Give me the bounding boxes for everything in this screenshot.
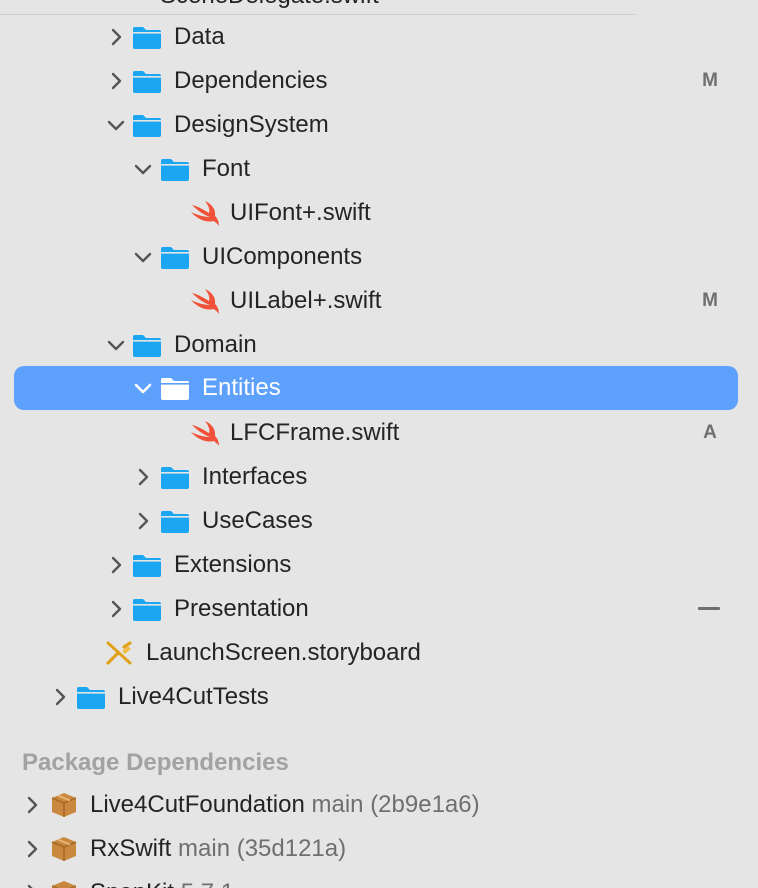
- tree-item-label: UIFont+.swift: [230, 199, 371, 226]
- storyboard-file-icon: [106, 641, 132, 665]
- chevron-right-icon[interactable]: [104, 597, 128, 621]
- tree-item-uifont-swift[interactable]: UIFont+.swift: [0, 191, 758, 235]
- folder-icon: [161, 511, 189, 533]
- package-name: SnapKit: [90, 879, 174, 888]
- tree-item-usecases[interactable]: UseCases: [0, 499, 758, 543]
- tree-item-lfcframe-swift[interactable]: LFCFrame.swift A: [0, 411, 758, 455]
- swift-file-icon: [191, 201, 219, 226]
- chevron-down-icon[interactable]: [131, 376, 155, 400]
- tree-item-interfaces[interactable]: Interfaces: [0, 455, 758, 499]
- chevron-right-icon[interactable]: [131, 465, 155, 489]
- tree-item-label: Presentation: [174, 595, 309, 622]
- package-icon: [51, 793, 77, 817]
- swift-file-icon: [191, 421, 219, 446]
- tree-item-uilabel-swift[interactable]: UILabel+.swift M: [0, 279, 758, 323]
- swift-file-icon: [191, 289, 219, 314]
- folder-icon: [133, 599, 161, 621]
- tree-item-extensions[interactable]: Extensions: [0, 543, 758, 587]
- chevron-right-icon[interactable]: [20, 881, 44, 888]
- scm-status-dash-icon: [698, 607, 720, 610]
- tree-item-label: UseCases: [202, 507, 313, 534]
- package-name: RxSwift: [90, 835, 172, 862]
- chevron-right-icon[interactable]: [104, 553, 128, 577]
- folder-icon: [161, 247, 189, 269]
- tree-item-label: LaunchScreen.storyboard: [146, 639, 421, 666]
- package-dependencies-header: Package Dependencies: [22, 749, 289, 776]
- tree-item-label: Domain: [174, 331, 257, 358]
- chevron-right-icon[interactable]: [20, 837, 44, 861]
- package-branch: 5.7.1: [181, 879, 234, 888]
- package-item-snapkit[interactable]: SnapKit 5.7.1: [0, 871, 758, 888]
- chevron-right-icon[interactable]: [48, 685, 72, 709]
- package-icon: [51, 837, 77, 861]
- tree-item-launchscreen-storyboard[interactable]: LaunchScreen.storyboard: [0, 631, 758, 675]
- folder-icon: [133, 27, 161, 49]
- tree-item-label: UILabel+.swift: [230, 287, 382, 314]
- tree-item-label: Live4CutTests: [118, 683, 269, 710]
- folder-icon: [77, 687, 105, 709]
- folder-icon: [133, 71, 161, 93]
- tree-item-label: Dependencies: [174, 67, 328, 94]
- chevron-right-icon[interactable]: [104, 25, 128, 49]
- scm-status-badge: M: [702, 290, 718, 311]
- chevron-down-icon[interactable]: [131, 245, 155, 269]
- tree-item-label: LFCFrame.swift: [230, 419, 400, 446]
- package-item-rxswift[interactable]: RxSwift main (35d121a): [0, 827, 758, 871]
- chevron-right-icon[interactable]: [104, 69, 128, 93]
- project-navigator: SceneDelegate.swift Data Dependencies M …: [0, 0, 758, 888]
- chevron-down-icon[interactable]: [131, 157, 155, 181]
- scm-status-badge: M: [702, 70, 718, 91]
- tree-item-label: DesignSystem: [174, 111, 329, 138]
- tree-item-label: Font: [202, 155, 251, 182]
- chevron-down-icon[interactable]: [104, 113, 128, 137]
- tree-item-entities[interactable]: Entities: [0, 366, 758, 410]
- tree-item-uicomponents[interactable]: UIComponents: [0, 235, 758, 279]
- chevron-right-icon[interactable]: [20, 793, 44, 817]
- package-branch: main (2b9e1a6): [311, 791, 480, 818]
- package-icon: [51, 881, 77, 888]
- chevron-down-icon[interactable]: [104, 333, 128, 357]
- selection-highlight: [14, 366, 738, 410]
- tree-item-domain[interactable]: Domain: [0, 323, 758, 367]
- package-label: SnapKit 5.7.1: [90, 878, 234, 888]
- tree-item-label-partial[interactable]: SceneDelegate.swift: [160, 0, 379, 10]
- tree-item-designsystem[interactable]: DesignSystem: [0, 103, 758, 147]
- folder-icon: [161, 467, 189, 489]
- package-label: RxSwift main (35d121a): [90, 834, 346, 864]
- tree-item-label: Data: [174, 23, 225, 50]
- package-branch: main (35d121a): [178, 835, 347, 862]
- package-item-live4cutfoundation[interactable]: Live4CutFoundation main (2b9e1a6): [0, 783, 758, 827]
- scm-status-badge: A: [703, 422, 717, 443]
- tree-item-presentation[interactable]: Presentation —: [0, 587, 758, 631]
- package-name: Live4CutFoundation: [90, 791, 305, 818]
- tree-item-font[interactable]: Font: [0, 147, 758, 191]
- folder-icon: [161, 159, 189, 181]
- folder-icon: [133, 335, 161, 357]
- package-label: Live4CutFoundation main (2b9e1a6): [90, 790, 480, 820]
- folder-icon: [161, 378, 189, 400]
- folder-icon: [133, 115, 161, 137]
- tree-item-dependencies[interactable]: Dependencies M: [0, 59, 758, 103]
- folder-icon: [133, 555, 161, 577]
- chevron-right-icon[interactable]: [131, 509, 155, 533]
- tree-item-label: UIComponents: [202, 243, 363, 270]
- tree-item-label: Extensions: [174, 551, 292, 578]
- tree-item-data[interactable]: Data: [0, 15, 758, 59]
- tree-item-live4cuttests[interactable]: Live4CutTests: [0, 675, 758, 719]
- tree-item-label: Interfaces: [202, 463, 308, 490]
- tree-item-label: Entities: [202, 374, 281, 401]
